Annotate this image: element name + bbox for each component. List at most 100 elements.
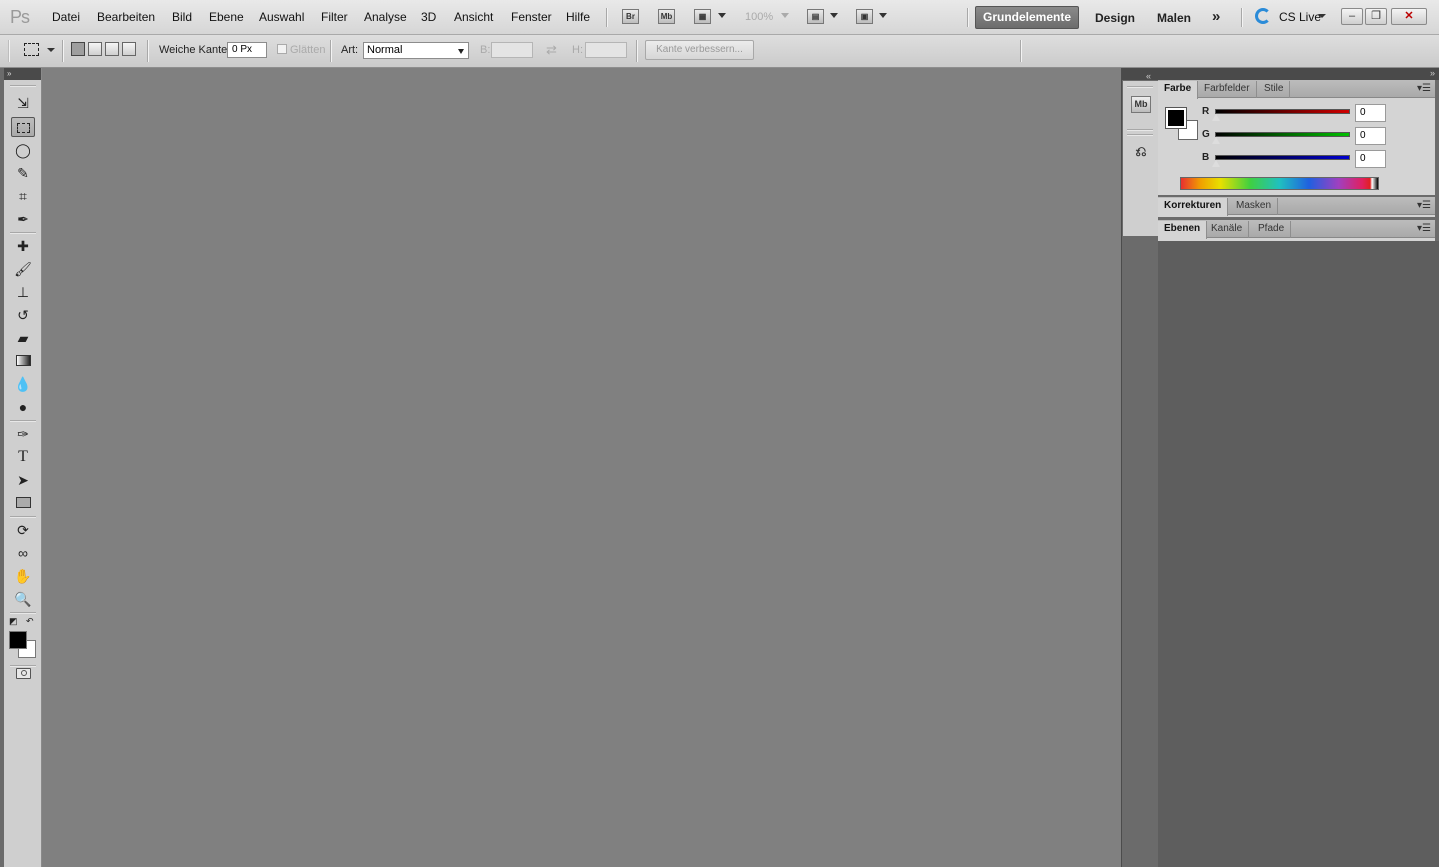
chevron-down-icon[interactable]	[1318, 14, 1326, 18]
screen-mode-button[interactable]: ▣	[856, 9, 873, 24]
chevron-down-icon[interactable]	[879, 13, 887, 18]
3d-orbit-tool-icon[interactable]: ∞	[11, 543, 35, 563]
panels-header[interactable]: »	[1158, 68, 1439, 80]
healing-brush-tool-icon[interactable]: ✚	[11, 236, 35, 256]
blue-value-input[interactable]: 0	[1355, 150, 1386, 168]
swap-dimensions-icon[interactable]: ⇄	[546, 42, 557, 58]
path-selection-tool-icon[interactable]: ➤	[11, 470, 35, 490]
red-slider-thumb[interactable]	[1212, 114, 1220, 121]
default-colors-icon[interactable]: ◩	[9, 616, 18, 627]
intersect-selection-button[interactable]	[122, 42, 136, 56]
blue-slider-thumb[interactable]	[1212, 160, 1220, 167]
workspace-design[interactable]: Design	[1095, 11, 1135, 25]
zoom-level[interactable]: 100%	[745, 11, 773, 23]
color-spectrum-ramp[interactable]	[1180, 177, 1379, 190]
workspace-malen[interactable]: Malen	[1157, 11, 1191, 25]
new-selection-button[interactable]	[71, 42, 85, 56]
pen-tool-icon[interactable]: ✑	[11, 424, 35, 444]
brush-tool-icon[interactable]: 🖌	[11, 259, 35, 279]
menu-datei[interactable]: Datei	[52, 10, 80, 24]
chevron-down-icon[interactable]	[830, 13, 838, 18]
blue-slider[interactable]	[1215, 155, 1350, 160]
quick-mask-icon[interactable]	[11, 664, 35, 684]
minimize-button[interactable]: –	[1341, 8, 1363, 25]
swap-colors-icon[interactable]: ↶	[26, 616, 34, 627]
eyedropper-tool-icon[interactable]: ✒	[11, 209, 35, 229]
hand-tool-icon[interactable]: ✋	[11, 566, 35, 586]
clone-stamp-tool-icon[interactable]: ⊥	[11, 282, 35, 302]
style-select[interactable]: Normal	[363, 42, 469, 59]
quick-selection-tool-icon[interactable]: ✎	[11, 163, 35, 183]
red-value-input[interactable]: 0	[1355, 104, 1386, 122]
feather-input[interactable]: 0 Px	[227, 42, 267, 58]
green-value-input[interactable]: 0	[1355, 127, 1386, 145]
workspace-canvas[interactable]	[42, 68, 1121, 867]
menu-bild[interactable]: Bild	[172, 10, 192, 24]
menu-filter[interactable]: Filter	[321, 10, 348, 24]
restore-button[interactable]: ❐	[1365, 8, 1387, 25]
eraser-tool-icon[interactable]: ▰	[11, 328, 35, 348]
green-slider-thumb[interactable]	[1212, 137, 1220, 144]
rect-marquee-preset-icon[interactable]	[24, 43, 39, 56]
gradient-tool-icon[interactable]	[11, 351, 35, 371]
chevron-down-icon[interactable]	[718, 13, 726, 18]
minibridge-panel-button[interactable]: Mb	[1131, 96, 1151, 113]
red-slider[interactable]	[1215, 109, 1350, 114]
grip-handle[interactable]	[1127, 134, 1153, 135]
menu-analyse[interactable]: Analyse	[364, 10, 407, 24]
menu-ansicht[interactable]: Ansicht	[454, 10, 493, 24]
panel-menu-icon[interactable]: ▾☰	[1417, 200, 1431, 211]
view-extras-button[interactable]: ▦	[694, 9, 711, 24]
lasso-tool-icon[interactable]: ◯	[11, 140, 35, 160]
tab-korrekturen[interactable]: Korrekturen	[1158, 198, 1229, 216]
tab-pfade[interactable]: Pfade	[1252, 221, 1292, 238]
menu-ebene[interactable]: Ebene	[209, 10, 244, 24]
minibridge-button[interactable]: Mb	[658, 9, 675, 24]
bridge-button[interactable]: Br	[622, 9, 639, 24]
tab-stile[interactable]: Stile	[1258, 81, 1291, 98]
tools-panel-collapse[interactable]: »	[4, 68, 41, 80]
move-tool-icon[interactable]: ⇲	[11, 93, 35, 113]
subtract-from-selection-button[interactable]	[105, 42, 119, 56]
menu-hilfe[interactable]: Hilfe	[566, 10, 590, 24]
history-panel-icon[interactable]: ⎌	[1129, 140, 1153, 162]
dodge-tool-icon[interactable]: ●	[11, 397, 35, 417]
type-tool-icon[interactable]: T	[11, 447, 35, 467]
history-brush-tool-icon[interactable]: ↺	[11, 305, 35, 325]
dock-header[interactable]: «	[1122, 68, 1158, 81]
menu-auswahl[interactable]: Auswahl	[259, 10, 304, 24]
menu-bearbeiten[interactable]: Bearbeiten	[97, 10, 155, 24]
workspace-grundelemente[interactable]: Grundelemente	[975, 6, 1079, 29]
tab-ebenen[interactable]: Ebenen	[1158, 221, 1208, 239]
add-to-selection-button[interactable]	[88, 42, 102, 56]
arrange-documents-button[interactable]: ▤	[807, 9, 824, 24]
chevron-down-icon[interactable]	[47, 48, 55, 52]
refine-edge-button[interactable]: Kante verbessern...	[645, 40, 754, 60]
menu-fenster[interactable]: Fenster	[511, 10, 552, 24]
more-workspaces-button[interactable]: »	[1212, 8, 1220, 25]
antialias-checkbox[interactable]	[277, 44, 287, 54]
rect-marquee-tool-icon[interactable]	[11, 117, 35, 137]
close-button[interactable]: ✕	[1391, 8, 1427, 25]
height-input[interactable]	[585, 42, 627, 58]
panel-menu-icon[interactable]: ▾☰	[1417, 223, 1431, 234]
foreground-color-swatch[interactable]	[9, 631, 27, 649]
tab-masken[interactable]: Masken	[1230, 198, 1279, 215]
grip-handle[interactable]	[10, 85, 36, 86]
zoom-tool-icon[interactable]: 🔍	[11, 589, 35, 609]
blur-tool-icon[interactable]: 💧	[11, 374, 35, 394]
3d-rotate-tool-icon[interactable]: ⟳	[11, 520, 35, 540]
menu-3d[interactable]: 3D	[421, 10, 436, 24]
green-slider[interactable]	[1215, 132, 1350, 137]
chevron-down-icon[interactable]	[781, 13, 789, 18]
tab-farbfelder[interactable]: Farbfelder	[1198, 81, 1257, 98]
width-input[interactable]	[491, 42, 533, 58]
foreground-color-swatch[interactable]	[1165, 107, 1187, 129]
cs-live-menu[interactable]: CS Live	[1279, 10, 1321, 24]
tab-farbe[interactable]: Farbe	[1158, 81, 1199, 99]
crop-tool-icon[interactable]: ⌗	[11, 186, 35, 206]
panel-menu-icon[interactable]: ▾☰	[1417, 83, 1431, 94]
rectangle-tool-icon[interactable]	[11, 493, 35, 513]
tab-kanaele[interactable]: Kanäle	[1205, 221, 1250, 238]
grip-handle[interactable]	[8, 40, 9, 62]
